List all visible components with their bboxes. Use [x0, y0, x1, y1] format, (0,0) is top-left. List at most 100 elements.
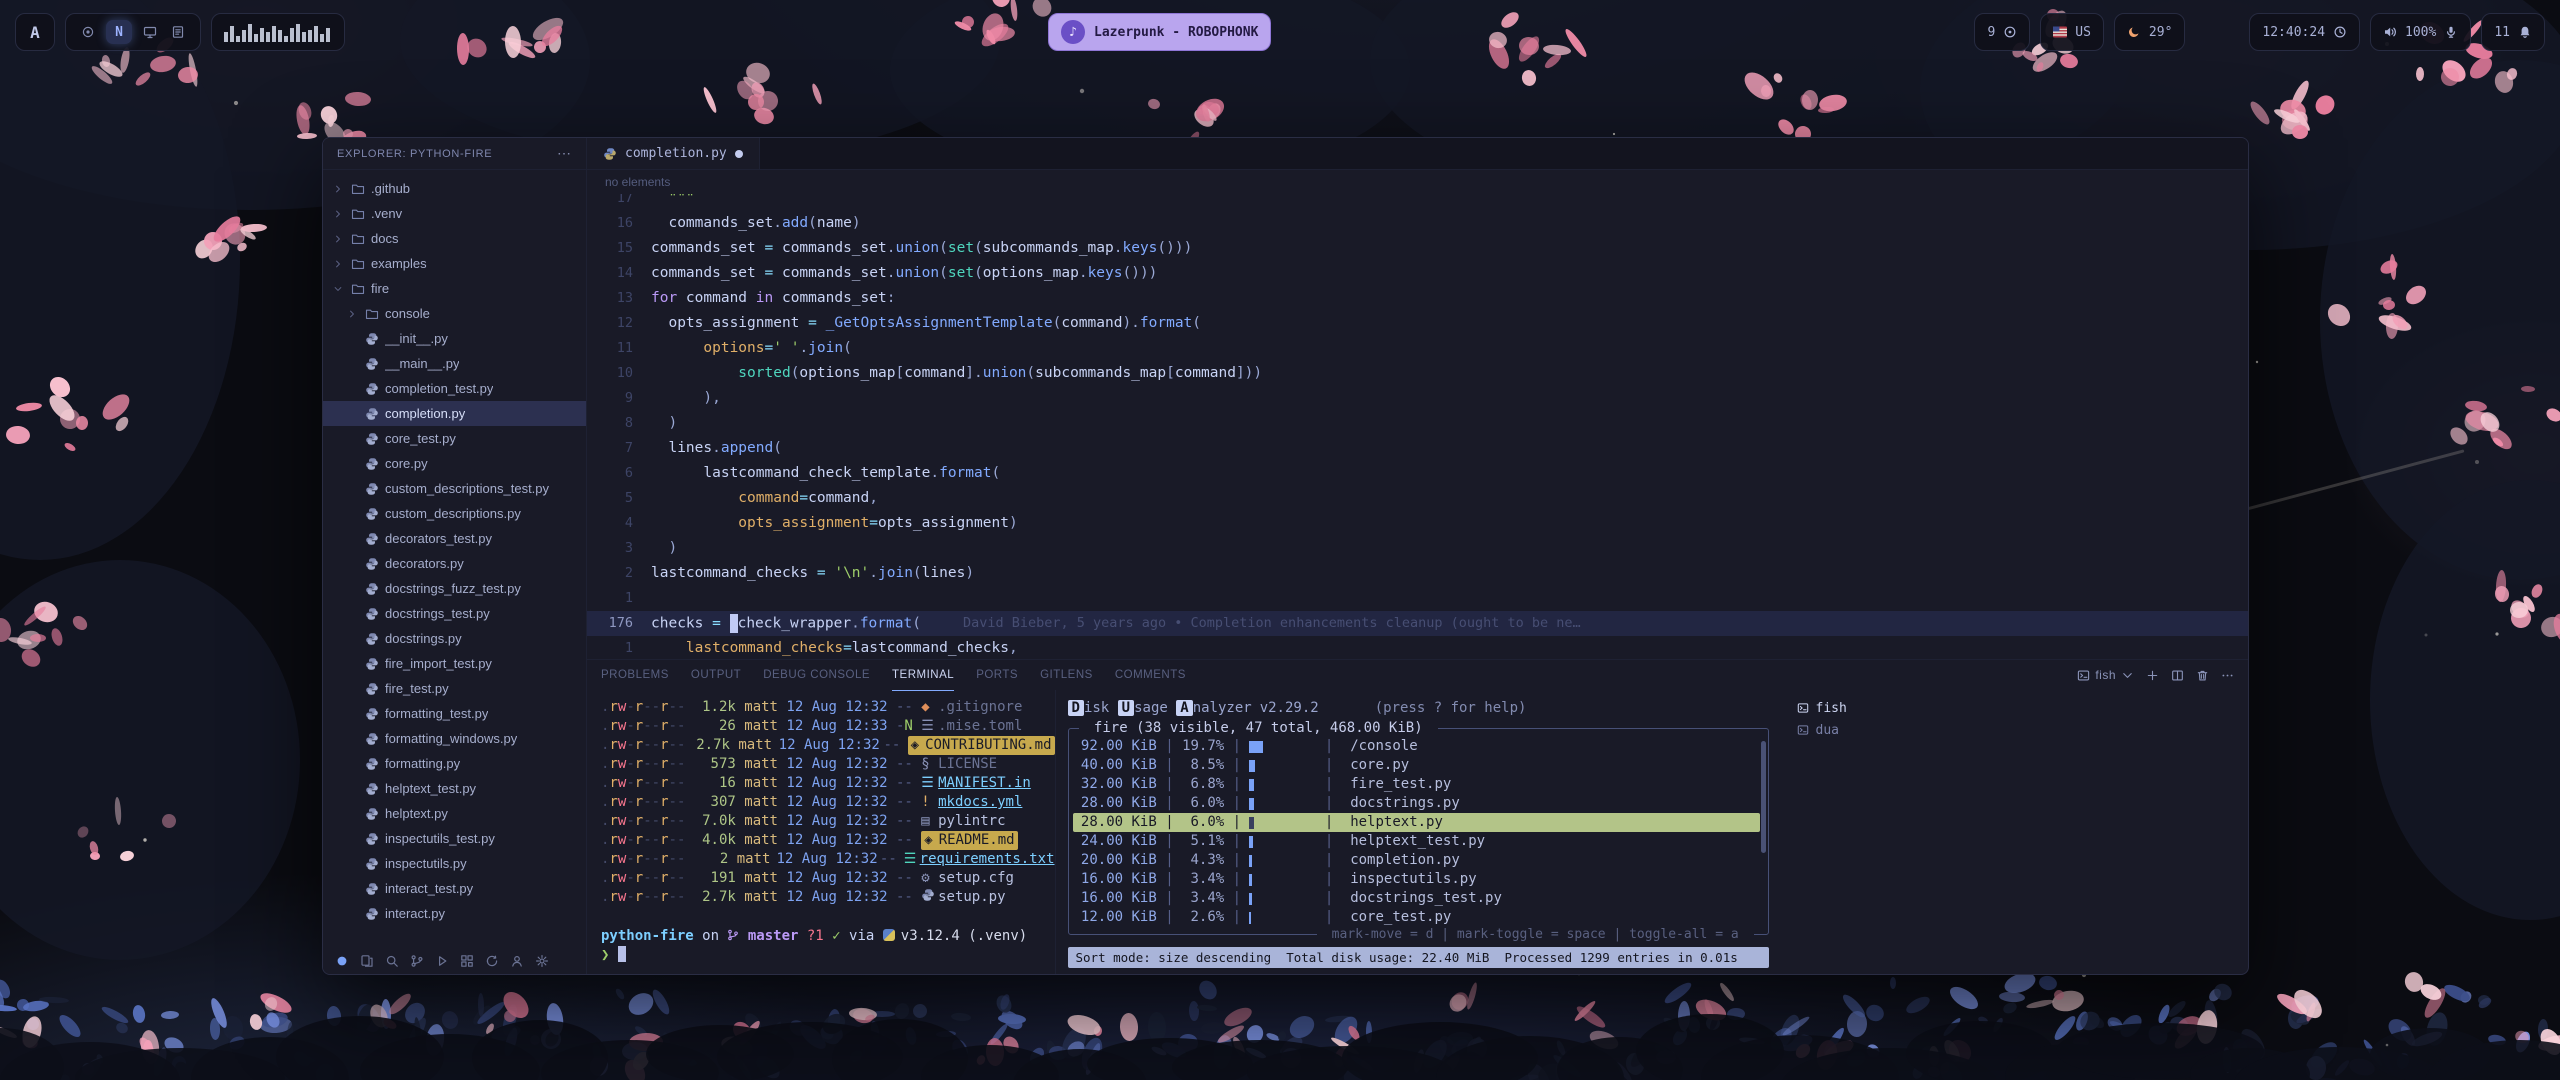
file-name[interactable]: setup.cfg: [938, 869, 1014, 888]
tree-item-docs[interactable]: docs: [323, 226, 586, 251]
explorer-icon[interactable]: [360, 954, 374, 968]
tree-item-github[interactable]: .github: [323, 176, 586, 201]
panel-tab-ports[interactable]: PORTS: [976, 660, 1018, 690]
file-name[interactable]: .gitignore: [938, 698, 1022, 717]
panel-tab-comments[interactable]: COMMENTS: [1115, 660, 1186, 690]
file-name[interactable]: MANIFEST.in: [938, 774, 1031, 793]
extensions-icon[interactable]: [460, 954, 474, 968]
file-name[interactable]: mkdocs.yml: [938, 793, 1022, 812]
panel-tab-problems[interactable]: PROBLEMS: [601, 660, 669, 690]
tree-item-decorators-py[interactable]: decorators.py: [323, 551, 586, 576]
sync-icon[interactable]: [485, 954, 499, 968]
notifications-pill[interactable]: 11: [2481, 13, 2545, 51]
tree-item-formatting-windows-py[interactable]: formatting_windows.py: [323, 726, 586, 751]
trash-icon[interactable]: [2196, 669, 2209, 682]
terminal-list-item-dua[interactable]: dua: [1789, 719, 2243, 741]
tree-item-helptext-test-py[interactable]: helptext_test.py: [323, 776, 586, 801]
code-line: 2lastcommand_checks = '\n'.join(lines): [587, 561, 2248, 586]
panel-tab-terminal[interactable]: TERMINAL: [892, 660, 954, 690]
source-control-icon[interactable]: [410, 954, 424, 968]
plus-icon[interactable]: [2146, 669, 2159, 682]
file-name[interactable]: LICENSE: [938, 755, 997, 774]
explorer-more-actions-icon[interactable]: ⋯: [557, 145, 572, 162]
tree-item-decorators-test-py[interactable]: decorators_test.py: [323, 526, 586, 551]
volume-pill[interactable]: 100%: [2370, 13, 2471, 51]
tree-item-console[interactable]: console: [323, 301, 586, 326]
tree-item-docstrings-py[interactable]: docstrings.py: [323, 626, 586, 651]
tree-item-core-test-py[interactable]: core_test.py: [323, 426, 586, 451]
tree-item-docstrings-test-py[interactable]: docstrings_test.py: [323, 601, 586, 626]
debug-icon[interactable]: [435, 954, 449, 968]
file-name[interactable]: requirements.txt: [920, 850, 1055, 869]
tree-item-fire-test-py[interactable]: fire_test.py: [323, 676, 586, 701]
tree-item-completion-py[interactable]: completion.py: [323, 401, 586, 426]
tab-completion-py[interactable]: completion.py: [587, 138, 760, 169]
dua-entry-fire-test-py[interactable]: 32.00 KiB| 6.8%|| fire_test.py: [1073, 775, 1760, 794]
account-icon[interactable]: [510, 954, 524, 968]
dua-entry-helptext-test-py[interactable]: 24.00 KiB| 5.1%|| helptext_test.py: [1073, 832, 1760, 851]
panel-tab-output[interactable]: OUTPUT: [691, 660, 741, 690]
separator: |: [1157, 851, 1182, 870]
dua-entry-helptext-py[interactable]: 28.00 KiB| 6.0%|| helptext.py: [1073, 813, 1760, 832]
launcher-button[interactable]: A: [15, 13, 55, 51]
dua-entry-docstrings-test-py[interactable]: 16.00 KiB| 3.4%|| docstrings_test.py: [1073, 889, 1760, 908]
dua-entry-console[interactable]: 92.00 KiB|19.7%|| /console: [1073, 737, 1760, 756]
folder-icon: [350, 181, 365, 196]
search-icon[interactable]: [385, 954, 399, 968]
dua-scrollbar[interactable]: [1761, 741, 1766, 853]
tree-item-custom-descriptions-test-py[interactable]: custom_descriptions_test.py: [323, 476, 586, 501]
dua-entry-completion-py[interactable]: 20.00 KiB| 4.3%|| completion.py: [1073, 851, 1760, 870]
record-icon[interactable]: [78, 25, 98, 39]
tree-item-core-py[interactable]: core.py: [323, 451, 586, 476]
monitor-icon[interactable]: [140, 25, 160, 39]
panel-tab-debug-console[interactable]: DEBUG CONSOLE: [763, 660, 870, 690]
updates-pill[interactable]: 9: [1974, 13, 2030, 51]
tree-item-examples[interactable]: examples: [323, 251, 586, 276]
workspace-active-badge[interactable]: N: [106, 20, 132, 44]
more-icon[interactable]: [2221, 669, 2234, 682]
tree-item-docstrings-fuzz-test-py[interactable]: docstrings_fuzz_test.py: [323, 576, 586, 601]
file-permissions: .rw-r--r--: [601, 812, 694, 831]
tree-item-main-py[interactable]: __main__.py: [323, 351, 586, 376]
cpu-graph-widget[interactable]: [211, 13, 345, 51]
panel-tab-gitlens[interactable]: GITLENS: [1040, 660, 1093, 690]
tree-item-custom-descriptions-py[interactable]: custom_descriptions.py: [323, 501, 586, 526]
file-name[interactable]: .mise.toml: [938, 717, 1022, 736]
weather-pill[interactable]: 29°: [2114, 13, 2185, 51]
now-playing-pill[interactable]: ♪ Lazerpunk - ROBOPHONK: [1048, 13, 1271, 51]
file-owner: matt: [738, 736, 778, 755]
tree-item-fire-import-test-py[interactable]: fire_import_test.py: [323, 651, 586, 676]
dua-entry-inspectutils-py[interactable]: 16.00 KiB| 3.4%|| inspectutils.py: [1073, 870, 1760, 889]
terminal-list-item-fish[interactable]: fish: [1789, 697, 2243, 719]
tree-item-formatting-test-py[interactable]: formatting_test.py: [323, 701, 586, 726]
tree-item-helptext-py[interactable]: helptext.py: [323, 801, 586, 826]
code-editor[interactable]: 17 """16 commands_set.add(name)15command…: [587, 194, 2248, 659]
tree-item-venv[interactable]: .venv: [323, 201, 586, 226]
tree-item-inspectutils-py[interactable]: inspectutils.py: [323, 851, 586, 876]
clock-pill[interactable]: 12:40:24: [2249, 13, 2360, 51]
file-name[interactable]: setup.py: [938, 888, 1005, 908]
prompt-input-line[interactable]: ❯: [601, 946, 1055, 965]
dua-entry-core-py[interactable]: 40.00 KiB| 8.5%|| core.py: [1073, 756, 1760, 775]
settings-gear-icon[interactable]: [535, 954, 549, 968]
file-name[interactable]: pylintrc: [938, 812, 1005, 831]
tree-item-init-py[interactable]: __init__.py: [323, 326, 586, 351]
tree-item-fire[interactable]: fire: [323, 276, 586, 301]
dua-entry-docstrings-py[interactable]: 28.00 KiB| 6.0%|| docstrings.py: [1073, 794, 1760, 813]
notes-icon[interactable]: [168, 25, 188, 39]
keyboard-layout-pill[interactable]: US: [2040, 13, 2104, 51]
tree-item-formatting-py[interactable]: formatting.py: [323, 751, 586, 776]
remote-indicator[interactable]: [335, 954, 349, 968]
file-name[interactable]: ◈README.md: [921, 831, 1017, 850]
tree-item-inspectutils-test-py[interactable]: inspectutils_test.py: [323, 826, 586, 851]
split-icon[interactable]: [2171, 669, 2184, 682]
file-name[interactable]: ◈CONTRIBUTING.md: [908, 736, 1055, 755]
tree-item-interact-test-py[interactable]: interact_test.py: [323, 876, 586, 901]
shell-selector[interactable]: fish: [2077, 668, 2134, 682]
breadcrumb[interactable]: no elements: [587, 170, 2248, 194]
dua-pane[interactable]: Disk Usage Analyzer v2.29.2 (press ? for…: [1055, 690, 1779, 974]
terminal-pane[interactable]: .rw-r--r--1.2kmatt12 Aug 12:32--◆.gitign…: [587, 690, 1055, 974]
tree-item-completion-test-py[interactable]: completion_test.py: [323, 376, 586, 401]
tree-item-interact-py[interactable]: interact.py: [323, 901, 586, 926]
separator: |: [1157, 756, 1182, 775]
